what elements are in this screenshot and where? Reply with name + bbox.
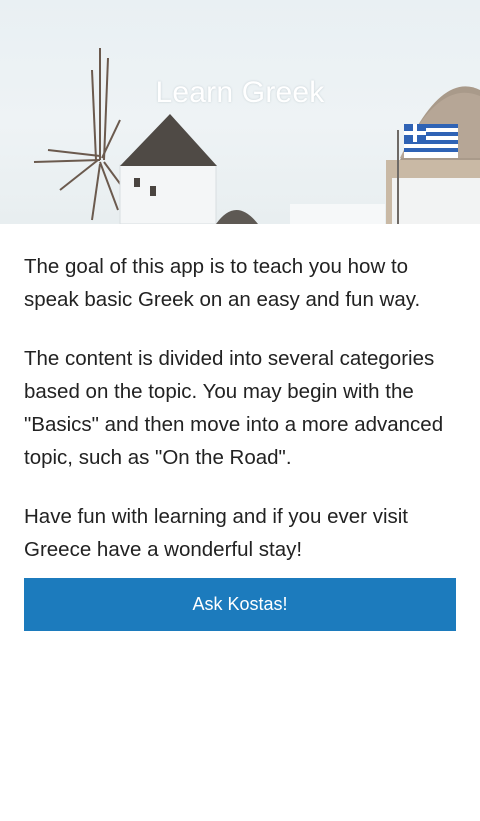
header-banner: Learn Greek (0, 0, 480, 224)
santorini-windmill-icon (33, 48, 480, 224)
intro-content: The goal of this app is to teach you how… (24, 250, 456, 592)
app-root: Learn Greek The goal of this app is to t… (0, 0, 480, 821)
intro-paragraph-farewell: Have fun with learning and if you ever v… (24, 505, 409, 561)
intro-paragraph-categories: The content is divided into several cate… (24, 347, 444, 469)
ask-kostas-button[interactable]: Ask Kostas! (24, 578, 456, 631)
intro-paragraph-goal: The goal of this app is to teach you how… (24, 255, 421, 311)
page-title: Learn Greek (155, 76, 325, 109)
greek-flag-icon (404, 124, 458, 158)
